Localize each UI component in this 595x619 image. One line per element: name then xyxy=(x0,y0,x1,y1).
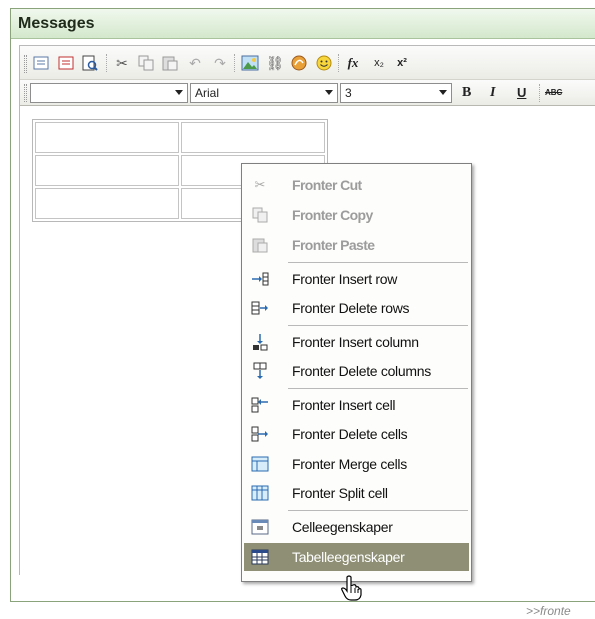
menu-item-label: Fronter Split cell xyxy=(292,485,388,501)
link-icon[interactable]: ⛓ xyxy=(266,54,284,72)
menu-item-label: Fronter Merge cells xyxy=(292,456,407,472)
smiley-icon[interactable] xyxy=(315,54,333,72)
size-select-value: 3 xyxy=(345,86,352,100)
menu-item-copy[interactable]: Fronter Copy xyxy=(244,201,469,229)
strikethrough-button[interactable]: ABC xyxy=(545,88,562,97)
copy-icon[interactable] xyxy=(137,54,155,72)
table-row xyxy=(35,122,325,153)
table-context-menu: ✂ Fronter Cut Fronter Copy Fronter Paste… xyxy=(241,163,472,582)
menu-item-label: Celleegenskaper xyxy=(292,519,393,535)
toolbar-separator xyxy=(234,54,235,72)
menu-item-delete-columns[interactable]: Fronter Delete columns xyxy=(244,357,469,385)
table-cell[interactable] xyxy=(181,122,325,153)
menu-item-cut[interactable]: ✂ Fronter Cut xyxy=(244,171,469,199)
table-cell[interactable] xyxy=(35,155,179,186)
menu-separator xyxy=(288,510,468,511)
menu-item-label: Fronter Copy xyxy=(292,207,373,223)
cut-icon: ✂ xyxy=(254,177,266,192)
table-cell[interactable] xyxy=(35,122,179,153)
delete-cells-icon xyxy=(251,425,269,443)
menu-item-label: Tabelleegenskaper xyxy=(292,549,405,565)
panel-title: Messages xyxy=(18,15,95,32)
toolbar-grip[interactable] xyxy=(24,84,27,102)
table-properties-icon xyxy=(251,548,269,566)
flash-icon[interactable] xyxy=(290,54,308,72)
subscript-icon[interactable]: x₂ xyxy=(370,54,388,72)
toolbar-row-2: Arial 3 B I U ABC xyxy=(20,80,595,106)
paste-icon xyxy=(251,236,269,254)
size-select[interactable]: 3 xyxy=(340,83,452,103)
menu-item-insert-cell[interactable]: Fronter Insert cell xyxy=(244,391,469,419)
toolbar-separator xyxy=(338,54,339,72)
merge-cells-icon xyxy=(251,455,269,473)
menu-item-insert-column[interactable]: Fronter Insert column xyxy=(244,328,469,356)
insert-cell-icon xyxy=(251,396,269,414)
copy-icon xyxy=(251,206,269,224)
menu-item-delete-cells[interactable]: Fronter Delete cells xyxy=(244,420,469,448)
hand-cursor-icon xyxy=(340,575,362,607)
toolbar-grip[interactable] xyxy=(24,55,27,73)
menu-item-split-cell[interactable]: Fronter Split cell xyxy=(244,479,469,507)
title-bar: Messages xyxy=(11,9,595,39)
paste-icon[interactable] xyxy=(161,54,179,72)
font-select-value: Arial xyxy=(195,86,220,100)
chevron-down-icon xyxy=(175,90,183,95)
chevron-down-icon xyxy=(325,90,333,95)
menu-item-label: Fronter Delete columns xyxy=(292,363,431,379)
superscript-icon[interactable]: x² xyxy=(393,54,411,72)
menu-item-label: Fronter Paste xyxy=(292,237,375,253)
redo-icon[interactable]: ↷ xyxy=(211,54,229,72)
cell-properties-icon xyxy=(251,518,269,536)
menu-item-merge-cells[interactable]: Fronter Merge cells xyxy=(244,450,469,478)
insert-column-icon xyxy=(251,333,269,351)
menu-item-label: Fronter Delete cells xyxy=(292,426,408,442)
font-select[interactable]: Arial xyxy=(190,83,338,103)
toolbar-separator xyxy=(539,84,540,102)
menu-item-label: Fronter Delete rows xyxy=(292,300,410,316)
image-icon[interactable] xyxy=(241,54,259,72)
menu-item-insert-row[interactable]: Fronter Insert row xyxy=(244,265,469,293)
preview-icon[interactable] xyxy=(81,54,99,72)
delete-columns-icon xyxy=(251,362,269,380)
menu-item-paste[interactable]: Fronter Paste xyxy=(244,231,469,259)
menu-item-label: Fronter Insert column xyxy=(292,334,419,350)
underline-button[interactable]: U xyxy=(517,85,526,100)
delete-rows-icon xyxy=(251,299,269,317)
menu-separator xyxy=(288,262,468,263)
menu-item-table-properties[interactable]: Tabelleegenskaper xyxy=(244,543,469,571)
toolbar-row-1: ✂ ↶ ↷ ⛓ fx x₂ x² xyxy=(20,46,595,80)
function-icon[interactable]: fx xyxy=(344,54,362,72)
italic-button[interactable]: I xyxy=(490,85,495,101)
layout-icon[interactable] xyxy=(57,54,75,72)
menu-item-cell-properties[interactable]: Celleegenskaper xyxy=(244,513,469,541)
menu-item-label: Fronter Insert row xyxy=(292,271,398,287)
toolbar-separator xyxy=(106,54,107,72)
menu-separator xyxy=(288,325,468,326)
insert-row-icon xyxy=(251,270,269,288)
table-cell[interactable] xyxy=(35,188,179,219)
bold-button[interactable]: B xyxy=(462,85,471,101)
menu-item-label: Fronter Insert cell xyxy=(292,397,396,413)
watermark: >>fronte xyxy=(526,604,571,618)
template-icon[interactable] xyxy=(32,54,50,72)
menu-item-label: Fronter Cut xyxy=(292,177,362,193)
menu-separator xyxy=(288,388,468,389)
split-cell-icon xyxy=(251,484,269,502)
menu-item-delete-rows[interactable]: Fronter Delete rows xyxy=(244,294,469,322)
style-select[interactable] xyxy=(30,83,188,103)
cut-icon[interactable]: ✂ xyxy=(113,54,131,72)
chevron-down-icon xyxy=(439,90,447,95)
undo-icon[interactable]: ↶ xyxy=(186,54,204,72)
